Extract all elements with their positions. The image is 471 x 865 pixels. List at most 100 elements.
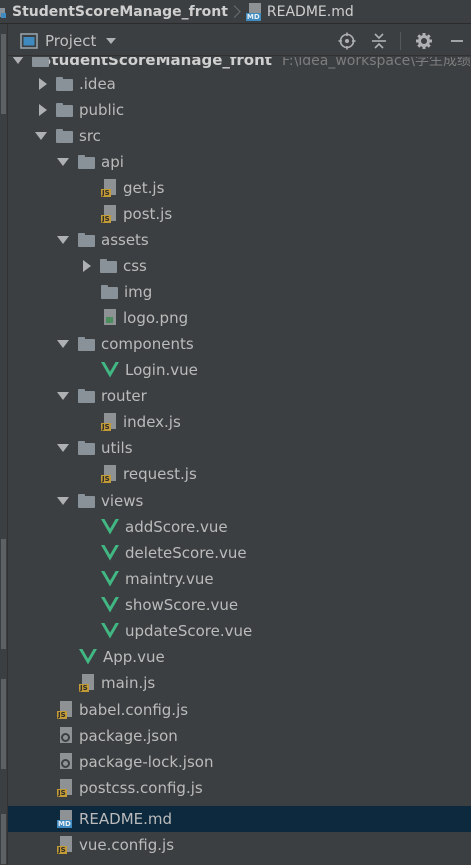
project-tool-tab[interactable]: [1, 34, 6, 114]
folder-icon: [101, 285, 118, 299]
tree-item-request-js[interactable]: JS request.js: [8, 461, 471, 487]
chevron-down-icon: [35, 132, 47, 140]
project-module-icon: [0, 5, 8, 19]
tree-item-label: get.js: [123, 179, 165, 197]
markdown-file-icon: MD: [57, 810, 73, 828]
tree-item-label: Login.vue: [125, 361, 198, 379]
image-file-icon: [101, 309, 117, 327]
structure-tool-tab[interactable]: [1, 539, 6, 649]
folder-icon: [78, 337, 95, 351]
breadcrumb-file[interactable]: README.md: [267, 0, 354, 23]
vue-file-icon: [101, 623, 119, 639]
tree-item-label: package-lock.json: [79, 753, 214, 771]
tree-item-label: router: [101, 387, 147, 405]
folder-icon: [78, 441, 95, 455]
tree-item-label: assets: [101, 231, 149, 249]
tree-item-package-json[interactable]: package.json: [8, 723, 471, 749]
tree-item-label: css: [123, 257, 147, 275]
vue-file-icon: [101, 597, 119, 613]
tree-item-label: public: [79, 101, 125, 119]
tree-item-css-folder[interactable]: css: [8, 253, 471, 279]
folder-icon: [56, 77, 73, 91]
tree-item-src-folder[interactable]: src: [8, 123, 471, 149]
tree-item-label: img: [124, 283, 153, 301]
tree-item-label: StudentScoreManage_front: [40, 57, 272, 69]
favorites-tool-tab[interactable]: [1, 679, 6, 769]
folder-icon: [100, 259, 117, 273]
chevron-right-icon: [38, 78, 47, 90]
tree-item-updatescore-vue[interactable]: updateScore.vue: [8, 618, 471, 644]
tree-item-babel-config-js[interactable]: JS babel.config.js: [8, 697, 471, 723]
tree-item-addscore-vue[interactable]: addScore.vue: [8, 514, 471, 540]
chevron-down-icon: [57, 158, 69, 166]
tree-item-label: vue.config.js: [79, 836, 175, 854]
chevron-down-icon: [57, 392, 69, 400]
left-tool-window-strip: [0, 24, 8, 865]
tree-item-label: maintry.vue: [125, 570, 214, 588]
tree-item-index-js[interactable]: JS index.js: [8, 409, 471, 435]
js-file-icon: JS: [101, 465, 117, 483]
tree-item-img-folder[interactable]: img: [8, 279, 471, 305]
tree-item-views-folder[interactable]: views: [8, 488, 471, 514]
tree-item-maintry-vue[interactable]: maintry.vue: [8, 566, 471, 592]
settings-gear-icon: [416, 33, 432, 49]
tree-item-post-js[interactable]: JS post.js: [8, 201, 471, 227]
tree-item-label: logo.png: [123, 309, 189, 327]
tree-item-postcss-config-js[interactable]: JS postcss.config.js: [8, 775, 471, 801]
tree-item-components-folder[interactable]: components: [8, 331, 471, 357]
folder-icon: [56, 103, 73, 117]
tree-item-label: components: [101, 335, 194, 353]
locate-icon: [338, 32, 356, 50]
tree-item-package-lock-json[interactable]: package-lock.json: [8, 749, 471, 775]
tree-item-get-js[interactable]: JS get.js: [8, 175, 471, 201]
tree-item-app-vue[interactable]: App.vue: [8, 644, 471, 670]
chevron-down-icon: [57, 444, 69, 452]
tree-item-public-folder[interactable]: public: [8, 97, 471, 123]
breadcrumb-project[interactable]: StudentScoreManage_front: [12, 0, 228, 23]
chevron-down-icon: [57, 340, 69, 348]
tree-item-label: addScore.vue: [125, 518, 228, 536]
folder-icon: [78, 389, 95, 403]
chevron-right-icon: [38, 104, 47, 116]
chevron-down-icon: [106, 37, 117, 44]
tree-item-logo-png[interactable]: logo.png: [8, 305, 471, 331]
markdown-file-icon: MD: [245, 2, 262, 21]
tree-item-label: views: [101, 492, 144, 510]
tree-item-label: request.js: [123, 465, 197, 483]
vue-file-icon: [101, 545, 119, 561]
locate-file-button[interactable]: [334, 28, 360, 54]
folder-icon: [56, 129, 73, 143]
tree-item-label: post.js: [123, 205, 173, 223]
tree-item-label: postcss.config.js: [79, 779, 203, 797]
tree-item-label: index.js: [123, 413, 181, 431]
tree-item-main-js[interactable]: JS main.js: [8, 670, 471, 696]
tree-item-assets-folder[interactable]: assets: [8, 227, 471, 253]
tree-item-showscore-vue[interactable]: showScore.vue: [8, 592, 471, 618]
folder-icon: [78, 233, 95, 247]
chevron-down-icon: [12, 57, 24, 64]
tree-item-utils-folder[interactable]: utils: [8, 435, 471, 461]
npm-tool-tab[interactable]: [1, 814, 6, 864]
collapse-all-button[interactable]: [366, 28, 392, 54]
json-file-icon: [57, 753, 73, 771]
settings-button[interactable]: [411, 28, 437, 54]
vue-file-icon: [79, 649, 97, 665]
tree-item-label: utils: [101, 439, 133, 457]
tree-item-api-folder[interactable]: api: [8, 149, 471, 175]
tree-item-vue-config-js[interactable]: JS vue.config.js: [8, 832, 471, 858]
tree-item-readme-md[interactable]: MD README.md: [8, 806, 471, 832]
hide-panel-button[interactable]: [443, 28, 469, 54]
tree-item-idea-folder[interactable]: .idea: [8, 71, 471, 97]
breadcrumb-separator-icon: [234, 0, 242, 23]
tree-item-label: .idea: [79, 75, 116, 93]
tree-item-deletescore-vue[interactable]: deleteScore.vue: [8, 540, 471, 566]
tree-item-login-vue[interactable]: Login.vue: [8, 357, 471, 383]
tree-item-label: babel.config.js: [79, 701, 189, 719]
chevron-right-icon: [82, 260, 91, 272]
js-file-icon: JS: [79, 674, 95, 692]
project-view-selector[interactable]: Project: [8, 26, 117, 56]
collapse-all-icon: [372, 33, 386, 49]
tree-item-label: updateScore.vue: [125, 622, 253, 640]
json-file-icon: [57, 727, 73, 745]
tree-item-router-folder[interactable]: router: [8, 383, 471, 409]
